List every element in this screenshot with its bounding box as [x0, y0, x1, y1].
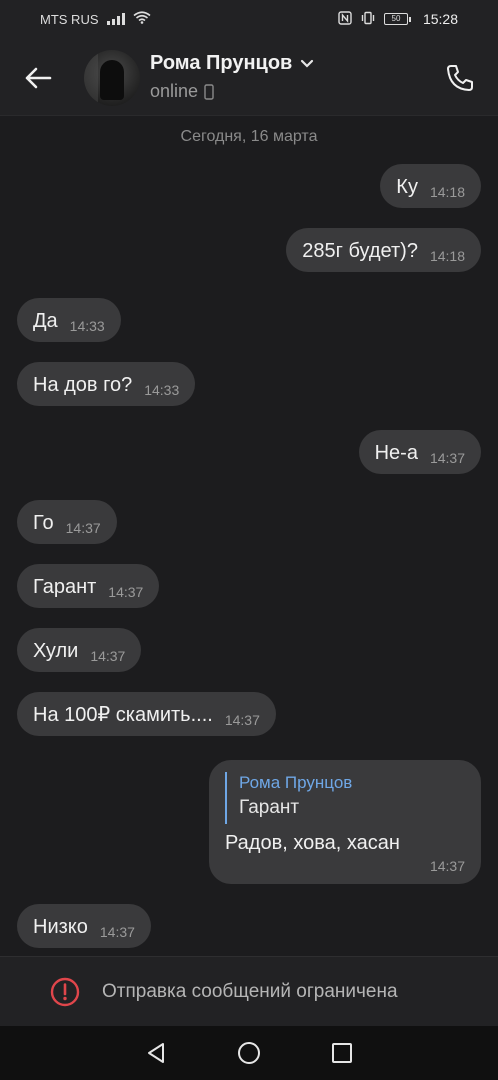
- message-bubble-incoming[interactable]: На дов го? 14:33: [17, 362, 196, 406]
- contact-name: Рома Прунцов: [150, 52, 293, 74]
- phone-icon: [447, 65, 473, 91]
- message-time: 14:37: [429, 858, 465, 874]
- message-time: 14:33: [69, 318, 105, 334]
- date-separator: Сегодня, 16 марта: [180, 128, 318, 145]
- reply-quote[interactable]: Рома Прунцов Гарант: [225, 772, 352, 824]
- message-bubble-incoming[interactable]: Хули 14:37: [17, 628, 142, 672]
- message-list[interactable]: Сегодня, 16 марта Ку 14:18 285г будет)? …: [0, 116, 498, 956]
- recents-square-icon: [331, 1043, 352, 1063]
- message-text: Ку: [396, 176, 418, 198]
- call-button[interactable]: [440, 58, 480, 98]
- reply-author: Рома Прунцов: [239, 773, 353, 792]
- signal-icon: [106, 13, 125, 25]
- restriction-text: Отправка сообщений ограничена: [102, 980, 398, 1002]
- message-bubble-incoming[interactable]: На 100₽ скамить.... 14:37: [17, 692, 276, 736]
- message-bubble-outgoing[interactable]: 285г будет)? 14:18: [286, 228, 481, 272]
- home-circle-icon: [237, 1042, 260, 1064]
- message-text: Не-а: [374, 442, 418, 464]
- message-bubble-incoming[interactable]: Го 14:37: [17, 500, 117, 544]
- contact-name-row: Рома Прунцов: [150, 52, 314, 75]
- message-time: 14:37: [99, 924, 135, 940]
- message-bubble-incoming[interactable]: Гарант 14:37: [17, 564, 160, 608]
- back-triangle-icon: [148, 1043, 165, 1063]
- carrier-label: MTS RUS: [40, 11, 99, 27]
- contact-status-row: online: [150, 81, 314, 102]
- message-bubble-outgoing-reply[interactable]: Рома Прунцов Гарант Радов, хова, хасан 1…: [209, 760, 481, 884]
- back-button[interactable]: [18, 58, 58, 98]
- message-time: 14:37: [65, 520, 101, 536]
- message-bubble-incoming[interactable]: Низко 14:37: [17, 904, 151, 948]
- battery-icon: 50: [383, 13, 411, 25]
- message-text: Радов, хова, хасан: [225, 832, 400, 854]
- message-bubble-outgoing[interactable]: Не-а 14:37: [358, 430, 481, 474]
- message-bubble-incoming[interactable]: Да 14:33: [17, 298, 121, 342]
- wifi-icon: [132, 11, 151, 27]
- status-right: 50 15:28: [338, 10, 458, 28]
- reply-quoted-text: Гарант: [239, 797, 300, 818]
- message-text: Да: [33, 310, 58, 332]
- status-bar: MTS RUS 50 15:28: [0, 0, 498, 38]
- message-bubble-outgoing[interactable]: Ку 14:18: [380, 164, 481, 208]
- clock: 15:28: [422, 11, 458, 27]
- message-time: 14:37: [224, 712, 260, 728]
- battery-level: 50: [383, 13, 408, 25]
- message-text: Гарант: [33, 576, 97, 598]
- message-time: 14:37: [108, 584, 144, 600]
- avatar[interactable]: [84, 50, 140, 106]
- message-time: 14:37: [90, 648, 126, 664]
- message-text: Го: [33, 512, 54, 534]
- message-text: 285г будет)?: [302, 240, 418, 262]
- message-time: 14:18: [429, 184, 465, 200]
- nav-back-button[interactable]: [136, 1033, 176, 1073]
- chat-header: Рома Прунцов online: [0, 38, 498, 116]
- restriction-notice: Отправка сообщений ограничена: [0, 956, 498, 1026]
- nav-home-button[interactable]: [229, 1033, 269, 1073]
- message-time: 14:18: [429, 248, 465, 264]
- message-text: На 100₽ скамить....: [33, 704, 213, 726]
- message-time: 14:33: [144, 382, 180, 398]
- message-time: 14:37: [429, 450, 465, 466]
- message-text: Низко: [33, 916, 88, 938]
- back-arrow-icon: [25, 67, 52, 89]
- message-text: Хули: [33, 640, 79, 662]
- vibrate-icon: [360, 11, 376, 28]
- contact-info[interactable]: Рома Прунцов online: [150, 52, 314, 102]
- nfc-icon: [338, 10, 352, 28]
- system-navigation-bar: [0, 1026, 498, 1080]
- status-left: MTS RUS: [40, 11, 151, 27]
- nav-recents-button[interactable]: [322, 1033, 362, 1073]
- message-text: На дов го?: [33, 374, 133, 396]
- mobile-device-icon: [204, 83, 214, 100]
- contact-status: online: [150, 81, 199, 101]
- chevron-down-icon: [301, 59, 314, 68]
- alert-circle-icon: [50, 977, 80, 1006]
